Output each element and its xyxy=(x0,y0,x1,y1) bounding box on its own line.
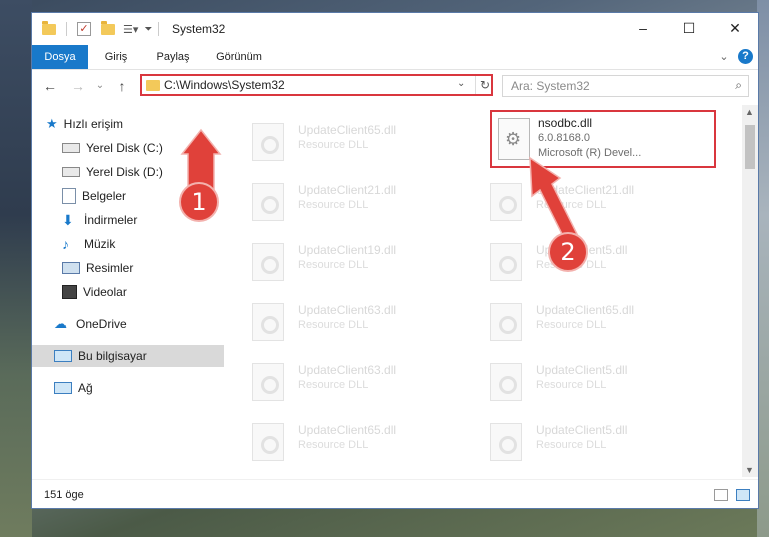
annotation-arrow-2 xyxy=(529,156,580,244)
annotation-arrows xyxy=(180,128,580,244)
step-1-badge: 1 xyxy=(179,182,219,222)
step-2-badge: 2 xyxy=(548,232,588,272)
